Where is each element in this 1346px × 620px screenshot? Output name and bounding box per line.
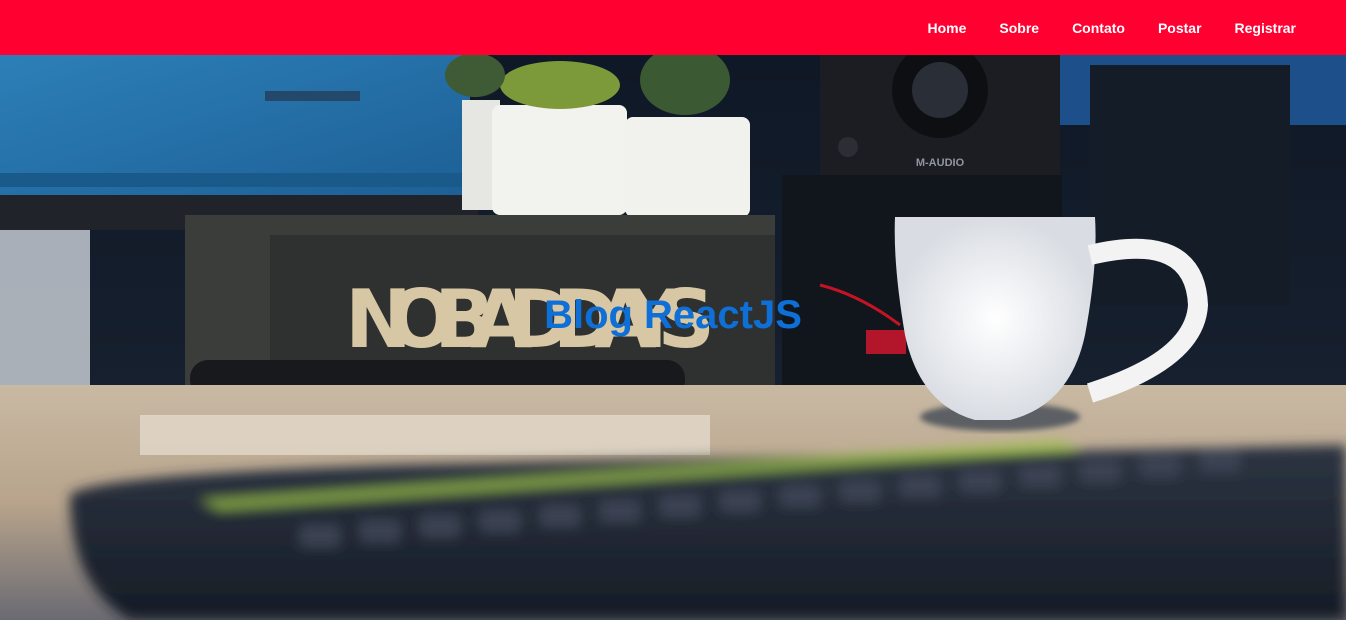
speaker-brand-label: M-AUDIO bbox=[916, 157, 965, 169]
nav-link-home[interactable]: Home bbox=[927, 20, 966, 36]
hero-title: Blog ReactJS bbox=[544, 293, 802, 337]
hero-banner: M-AUDIO NO BAD DAYS Blog ReactJS bbox=[0, 55, 1346, 620]
top-navbar: Home Sobre Contato Postar Registrar bbox=[0, 0, 1346, 55]
nav-links: Home Sobre Contato Postar Registrar bbox=[894, 0, 1296, 55]
nav-link-postar[interactable]: Postar bbox=[1158, 20, 1202, 36]
nav-link-contato[interactable]: Contato bbox=[1072, 20, 1125, 36]
nav-link-sobre[interactable]: Sobre bbox=[999, 20, 1039, 36]
nav-link-registrar[interactable]: Registrar bbox=[1235, 20, 1296, 36]
